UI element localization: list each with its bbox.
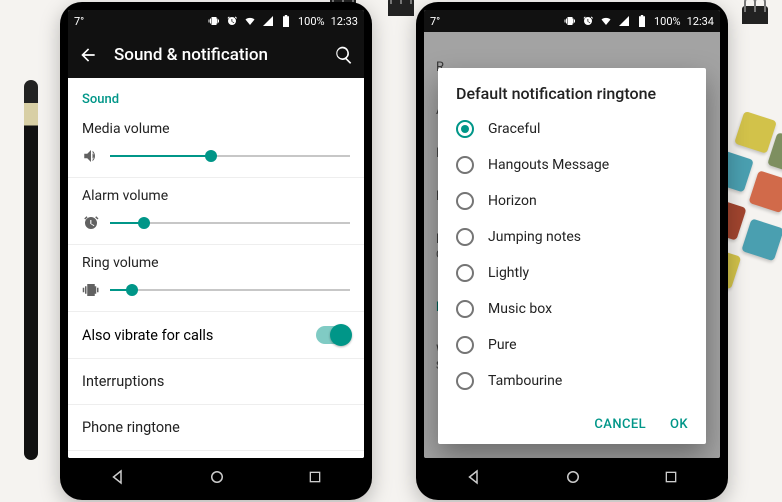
vibrate-icon	[564, 15, 576, 27]
alarm-icon	[582, 15, 594, 27]
settings-content: Sound Media volume Alarm volume	[68, 78, 364, 458]
vibrate-switch[interactable]	[316, 326, 350, 344]
radio-icon	[456, 156, 474, 174]
ringtone-option[interactable]: Whistle	[438, 399, 706, 407]
phone-left: 7° 100% 12:33 Sound & notification Sound…	[60, 2, 372, 500]
media-volume-label: Media volume	[82, 121, 350, 137]
decor-clip	[742, 6, 768, 24]
section-sound-header: Sound	[68, 78, 364, 111]
signal-icon	[262, 15, 274, 27]
status-time: 12:34	[687, 15, 714, 28]
ringtone-option-label: Tambourine	[488, 373, 562, 389]
back-icon[interactable]	[78, 45, 98, 65]
cancel-button[interactable]: CANCEL	[594, 417, 646, 432]
dialog-title: Default notification ringtone	[438, 68, 706, 111]
ringtone-option[interactable]: Horizon	[438, 183, 706, 219]
radio-icon	[456, 192, 474, 210]
ring-volume-label: Ring volume	[82, 255, 350, 271]
nav-bar	[68, 460, 364, 494]
appbar-title: Sound & notification	[114, 45, 318, 65]
ringtone-dialog: Default notification ringtone Graceful Ha…	[438, 68, 706, 444]
setting-alarm-volume: Alarm volume	[68, 178, 364, 245]
speaker-icon	[82, 147, 100, 165]
status-temperature: 7°	[430, 15, 440, 28]
alarm-icon	[226, 15, 238, 27]
radio-icon	[456, 264, 474, 282]
nav-back-icon[interactable]	[109, 468, 127, 486]
setting-default-ringtone[interactable]: Default notification ringtone Graceful	[68, 451, 364, 458]
signal-icon	[618, 15, 630, 27]
media-volume-slider[interactable]	[110, 149, 350, 163]
decor-clip	[388, 0, 414, 16]
ringtone-option-label: Music box	[488, 301, 552, 317]
ringtone-option[interactable]: Pure	[438, 327, 706, 363]
radio-icon	[456, 372, 474, 390]
ringtone-option-label: Horizon	[488, 193, 537, 209]
ringtone-option-label: Jumping notes	[488, 229, 581, 245]
status-temperature: 7°	[74, 15, 84, 28]
ringtone-option[interactable]: Jumping notes	[438, 219, 706, 255]
vibrate-label: Also vibrate for calls	[82, 327, 213, 344]
ringtone-option-label: Hangouts Message	[488, 157, 609, 173]
alarm-volume-label: Alarm volume	[82, 188, 350, 204]
setting-ring-volume: Ring volume	[68, 245, 364, 312]
decor-pencil	[24, 80, 38, 460]
setting-phone-ringtone[interactable]: Phone ringtone	[68, 405, 364, 451]
ringtone-option[interactable]: Lightly	[438, 255, 706, 291]
setting-interruptions[interactable]: Interruptions	[68, 359, 364, 405]
radio-icon	[456, 336, 474, 354]
battery-icon	[636, 15, 648, 27]
alarm-volume-slider[interactable]	[110, 216, 350, 230]
ringtone-option[interactable]: Tambourine	[438, 363, 706, 399]
ringtone-option-label: Graceful	[488, 121, 540, 137]
wifi-icon	[600, 15, 612, 27]
battery-icon	[280, 15, 292, 27]
status-battery-pct: 100%	[298, 15, 325, 28]
nav-home-icon[interactable]	[208, 468, 226, 486]
ringtone-option-label: Lightly	[488, 265, 529, 281]
status-time: 12:33	[331, 15, 358, 28]
nav-back-icon[interactable]	[465, 468, 483, 486]
nav-home-icon[interactable]	[564, 468, 582, 486]
nav-bar	[424, 460, 720, 494]
alarm-icon	[82, 214, 100, 232]
radio-icon	[456, 300, 474, 318]
nav-recent-icon[interactable]	[307, 469, 323, 485]
radio-icon	[456, 120, 474, 138]
radio-icon	[456, 228, 474, 246]
ok-button[interactable]: OK	[670, 417, 688, 432]
ringtone-list[interactable]: Graceful Hangouts Message Horizon Jumping n…	[438, 111, 706, 407]
status-bar: 7° 100% 12:33	[68, 10, 364, 32]
status-battery-pct: 100%	[654, 15, 681, 28]
wifi-icon	[244, 15, 256, 27]
vibrate-icon	[208, 15, 220, 27]
ringtone-option-label: Pure	[488, 337, 517, 353]
ringtone-option[interactable]: Music box	[438, 291, 706, 327]
ringtone-option[interactable]: Graceful	[438, 111, 706, 147]
phone-right: 7° 100% 12:34 RAIPDG N WShow all notific…	[416, 2, 728, 500]
search-icon[interactable]	[334, 45, 354, 65]
ringtone-option[interactable]: Hangouts Message	[438, 147, 706, 183]
setting-vibrate-calls[interactable]: Also vibrate for calls	[68, 312, 364, 359]
app-bar: Sound & notification	[68, 32, 364, 78]
setting-media-volume: Media volume	[68, 111, 364, 178]
nav-recent-icon[interactable]	[663, 469, 679, 485]
status-bar: 7° 100% 12:34	[424, 10, 720, 32]
ring-volume-slider[interactable]	[110, 283, 350, 297]
vibrate-icon	[82, 281, 100, 299]
